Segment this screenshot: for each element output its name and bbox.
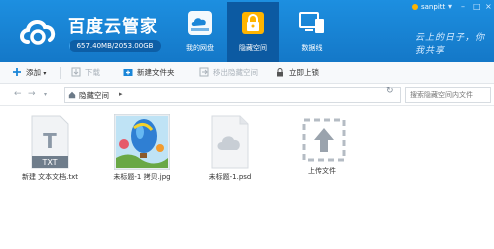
file-item[interactable]: 未标题-1.psd — [186, 114, 274, 182]
psd-file-icon — [206, 114, 254, 170]
breadcrumb-chevron-icon[interactable]: ▸ — [119, 90, 123, 98]
search-input[interactable] — [405, 87, 491, 103]
storage-quota-text: 657.40MB/2053.00GB — [76, 42, 154, 50]
breadcrumb[interactable]: 隐藏空间 ▸ — [64, 87, 401, 103]
file-name: 未标题-1 拷贝.jpg — [113, 173, 171, 181]
nav-tab-label: 我的网盘 — [186, 44, 214, 52]
username: sanpitt — [421, 3, 446, 11]
chevron-down-icon: ▾ — [43, 70, 47, 77]
history-dropdown-icon[interactable]: ▾ — [44, 91, 47, 98]
monitor-icon — [299, 12, 324, 33]
refresh-icon[interactable]: ↻ — [386, 86, 394, 96]
nav-tab-data-cable[interactable]: 数据线 — [286, 2, 338, 60]
padlock-icon — [277, 68, 283, 77]
file-area: T TXT 新建 文本文档.txt 未标题-1 拷贝.jpg 未标题-1.psd… — [0, 106, 494, 249]
app-title: 百度云管家 — [68, 17, 158, 37]
app-header: 百度云管家 657.40MB/2053.00GB 我的网盘 隐藏空间 数据线 s… — [0, 0, 494, 62]
user-avatar-icon — [412, 4, 418, 10]
cloud-drive-icon — [188, 11, 212, 35]
move-out-label: 移出隐藏空间 — [213, 68, 258, 77]
close-icon[interactable]: × — [485, 2, 492, 11]
home-icon — [68, 91, 76, 99]
nav-tab-my-drive[interactable]: 我的网盘 — [174, 2, 226, 60]
slogan: 云上的日子，你我共享 — [415, 33, 486, 56]
file-item[interactable]: 未标题-1 拷贝.jpg — [98, 113, 186, 182]
menu-icon[interactable]: ▾ — [448, 2, 452, 11]
new-folder-icon — [123, 69, 133, 76]
back-arrow-icon[interactable]: ← — [14, 89, 22, 99]
toolbar-divider — [60, 67, 61, 79]
add-label: 添加 — [26, 68, 41, 77]
upload-icon — [298, 114, 346, 170]
nav-tab-label: 隐藏空间 — [239, 44, 267, 52]
move-out-icon — [199, 67, 209, 77]
forward-arrow-icon[interactable]: → — [28, 89, 36, 99]
file-item[interactable]: T TXT 新建 文本文档.txt — [6, 114, 94, 182]
download-icon — [71, 67, 81, 77]
add-button[interactable]: 添加 ▾ — [12, 66, 46, 80]
lock-now-button[interactable]: 立即上锁 — [275, 66, 319, 80]
new-folder-button[interactable]: 新建文件夹 — [123, 66, 175, 80]
breadcrumb-item[interactable]: 隐藏空间 — [79, 90, 109, 101]
lock-icon — [242, 12, 264, 34]
user-account[interactable]: sanpitt — [412, 3, 445, 11]
plus-icon — [13, 68, 21, 76]
text-file-icon: T TXT — [26, 114, 74, 170]
file-type-badge: TXT — [41, 158, 57, 167]
minimize-icon[interactable]: – — [461, 2, 465, 11]
image-thumbnail — [113, 113, 171, 171]
svg-text:T: T — [43, 129, 57, 153]
lock-now-label: 立即上锁 — [289, 68, 319, 77]
file-name: 未标题-1.psd — [208, 173, 252, 181]
upload-file-button[interactable]: 上传文件 — [278, 114, 366, 176]
baidu-cloud-logo-icon — [20, 20, 56, 45]
download-button[interactable]: 下载 — [71, 66, 100, 80]
address-bar: ← → ▾ 隐藏空间 ▸ ↻ — [0, 84, 494, 106]
toolbar: 添加 ▾ 下载 新建文件夹 移出隐藏空间 立即上锁 — [0, 62, 494, 84]
download-label: 下载 — [85, 68, 100, 77]
maximize-icon[interactable]: □ — [473, 2, 481, 11]
file-name: 新建 文本文档.txt — [21, 173, 79, 181]
nav-tab-hidden-space[interactable]: 隐藏空间 — [227, 2, 279, 62]
storage-quota-bar: 657.40MB/2053.00GB — [69, 40, 161, 52]
new-folder-label: 新建文件夹 — [137, 68, 175, 77]
nav-tab-label: 数据线 — [301, 44, 323, 52]
move-out-button[interactable]: 移出隐藏空间 — [199, 66, 258, 80]
